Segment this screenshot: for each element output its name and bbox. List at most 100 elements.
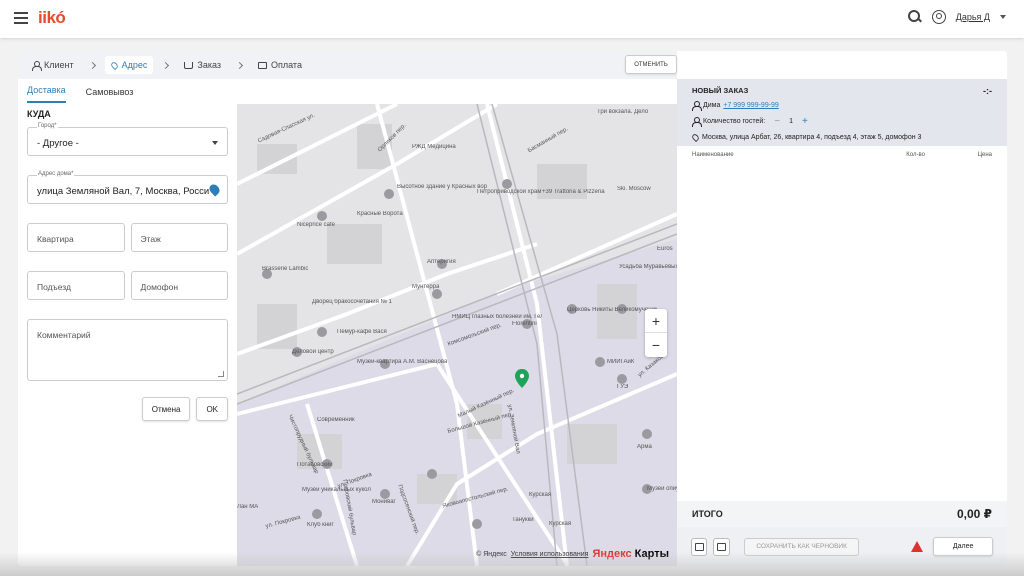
chevron-down-icon xyxy=(212,141,218,145)
step-label: Клиент xyxy=(44,60,74,70)
menu-icon[interactable] xyxy=(14,12,28,24)
order-actions: СОХРАНИТЬ КАК ЧЕРНОВИК Далее xyxy=(677,527,1007,566)
comment-placeholder: Комментарий xyxy=(37,330,91,340)
location-pin-icon[interactable] xyxy=(207,182,222,197)
person-icon xyxy=(692,101,702,111)
guests-plus-button[interactable]: + xyxy=(802,116,808,127)
order-header: НОВЫЙ ЗАКАЗ -:- Дима +7 999 999-99-99 Ко… xyxy=(677,79,1007,146)
map-label: МИИГАиК xyxy=(607,359,635,365)
map-label: +39 Trattoria & Pizzeria xyxy=(542,189,605,195)
map-footer: © Яндекс Условия использования Яндекс Ка… xyxy=(476,548,669,560)
user-name[interactable]: Дарья Д xyxy=(956,12,990,22)
map-label: Усадьба Муравьёвых-Апостолов xyxy=(619,264,677,270)
person-icon xyxy=(32,60,42,71)
client-line: Дима +7 999 999-99-99 xyxy=(692,101,992,111)
floor-field[interactable]: Этаж xyxy=(130,223,228,252)
apartment-field[interactable]: Квартира xyxy=(27,223,125,252)
ok-button[interactable]: OK xyxy=(196,397,228,421)
map-label: Лан МА xyxy=(237,504,259,510)
apartment-floor-row: Квартира Этаж xyxy=(27,223,228,252)
avatar-icon[interactable] xyxy=(931,10,946,24)
zoom-controls: + − xyxy=(645,309,667,357)
map-terms-link[interactable]: Условия использования xyxy=(511,551,589,558)
search-icon[interactable] xyxy=(907,10,922,24)
step-label: Заказ xyxy=(197,60,221,70)
map-label: ГУЭ xyxy=(617,384,629,390)
map-label: Церковь Никиты Великомученика xyxy=(567,307,657,313)
step-client[interactable]: Клиент xyxy=(26,56,80,74)
map-label: Мунтерра xyxy=(412,284,440,290)
map-copyright: © Яндекс xyxy=(476,550,507,558)
city-value: - Другое - xyxy=(37,138,79,149)
resize-handle-icon[interactable] xyxy=(218,371,224,377)
map-label: Пемур-кафе Вася xyxy=(337,329,387,335)
map[interactable]: Садовая-Спасская ул. Орликов пер. РЖД Меди… xyxy=(237,104,677,566)
col-qty: Кол-во xyxy=(906,152,925,158)
entrance-placeholder: Подъезд xyxy=(37,282,71,292)
address-label: Адрес дома* xyxy=(37,171,75,177)
order-card: Клиент Адрес Заказ Оплата ОТМЕНИТЬ Доста… xyxy=(18,51,1007,566)
map-label: Мониваг xyxy=(372,499,396,505)
map-label: Brasserie Lambic xyxy=(262,266,309,272)
map-brand-part2: Карты xyxy=(631,548,669,560)
section-title: КУДА xyxy=(27,109,51,119)
total-value: 0,00 ₽ xyxy=(956,507,992,521)
chevron-down-icon[interactable] xyxy=(1000,15,1006,19)
address-field[interactable]: Адрес дома* улица Земляной Вал, 7, Москв… xyxy=(27,171,228,204)
tab-delivery[interactable]: Доставка xyxy=(27,85,66,103)
steps-bar: Клиент Адрес Заказ Оплата ОТМЕНИТЬ xyxy=(18,51,677,79)
total-bar: ИТОГО 0,00 ₽ xyxy=(677,501,1007,527)
step-payment[interactable]: Оплата xyxy=(252,56,308,74)
comment-field[interactable]: Комментарий xyxy=(27,319,228,381)
map-label: Петроприводской храм xyxy=(477,189,542,195)
location-icon xyxy=(690,132,701,143)
warning-icon xyxy=(911,541,924,552)
cutlery-icon xyxy=(692,117,702,127)
save-draft-button[interactable]: СОХРАНИТЬ КАК ЧЕРНОВИК xyxy=(743,537,860,556)
order-status: -:- xyxy=(983,86,992,96)
guests-minus-button[interactable]: − xyxy=(774,116,780,127)
cancel-order-button[interactable]: ОТМЕНИТЬ xyxy=(625,55,677,74)
payment-icon xyxy=(258,61,267,69)
guests-line: Количество гостей: − 1 + xyxy=(692,116,992,127)
address-form: КУДА Город* - Другое - Адрес дома* улица… xyxy=(27,109,228,421)
map-label: Музей уникальных кукол xyxy=(302,487,371,493)
chevron-right-icon xyxy=(162,61,170,69)
client-name: Дима xyxy=(703,102,721,109)
intercom-placeholder: Домофон xyxy=(140,282,179,292)
intercom-field[interactable]: Домофон xyxy=(130,271,228,300)
cancel-button[interactable]: Отмена xyxy=(141,397,191,421)
city-label: Город* xyxy=(37,123,58,129)
tab-pickup[interactable]: Самовывоз xyxy=(86,87,134,103)
map-label: Курская xyxy=(529,492,552,498)
client-phone-link[interactable]: +7 999 999-99-99 xyxy=(723,102,778,109)
map-label: Курская xyxy=(549,521,572,527)
zoom-in-button[interactable]: + xyxy=(645,309,667,333)
map-brand-part1: Яндекс xyxy=(592,548,632,560)
map-label: Музей опиума xyxy=(647,486,677,492)
guests-count: 1 xyxy=(789,118,793,125)
logo: iikó xyxy=(38,8,66,27)
map-canvas[interactable] xyxy=(237,104,677,566)
map-label: Euros xyxy=(657,246,673,252)
map-label: Клуб книг xyxy=(307,522,334,528)
guests-label: Количество гостей: xyxy=(703,118,766,125)
map-label: Арма xyxy=(637,444,652,450)
apartment-placeholder: Квартира xyxy=(37,234,74,244)
step-address[interactable]: Адрес xyxy=(104,56,154,74)
zoom-out-button[interactable]: − xyxy=(645,333,667,357)
delivery-tabs: Доставка Самовывоз xyxy=(18,79,237,103)
next-button[interactable]: Далее xyxy=(933,537,994,556)
comment-icon-button[interactable] xyxy=(691,537,708,556)
step-label: Оплата xyxy=(271,60,302,70)
map-brand[interactable]: Яндекс Карты xyxy=(592,548,669,560)
order-title: НОВЫЙ ЗАКАЗ xyxy=(692,86,749,95)
map-label: Современник xyxy=(317,417,355,423)
cart-icon xyxy=(184,61,194,69)
entrance-field[interactable]: Подъезд xyxy=(27,271,125,300)
receipt-icon-button[interactable] xyxy=(713,537,730,556)
map-label: Три вокзала. Дело xyxy=(597,109,649,115)
entrance-intercom-row: Подъезд Домофон xyxy=(27,271,228,300)
step-order[interactable]: Заказ xyxy=(178,56,227,74)
city-select[interactable]: Город* - Другое - xyxy=(27,123,228,156)
